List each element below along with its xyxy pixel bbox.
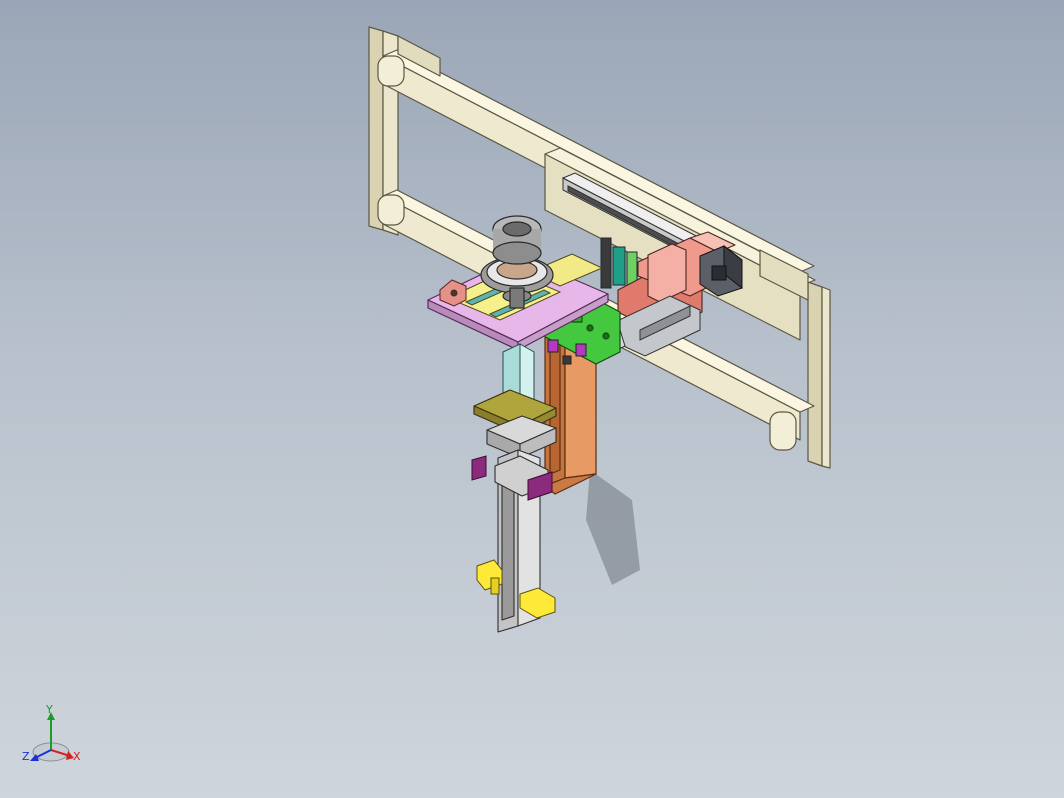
cad-graphics-viewport[interactable]: Y X Z [0, 0, 1064, 798]
y-axis-label: Y [45, 703, 53, 716]
orientation-triad: Y X Z [22, 703, 81, 763]
x-axis-label: X [73, 750, 81, 763]
z-axis-label: Z [22, 750, 30, 763]
